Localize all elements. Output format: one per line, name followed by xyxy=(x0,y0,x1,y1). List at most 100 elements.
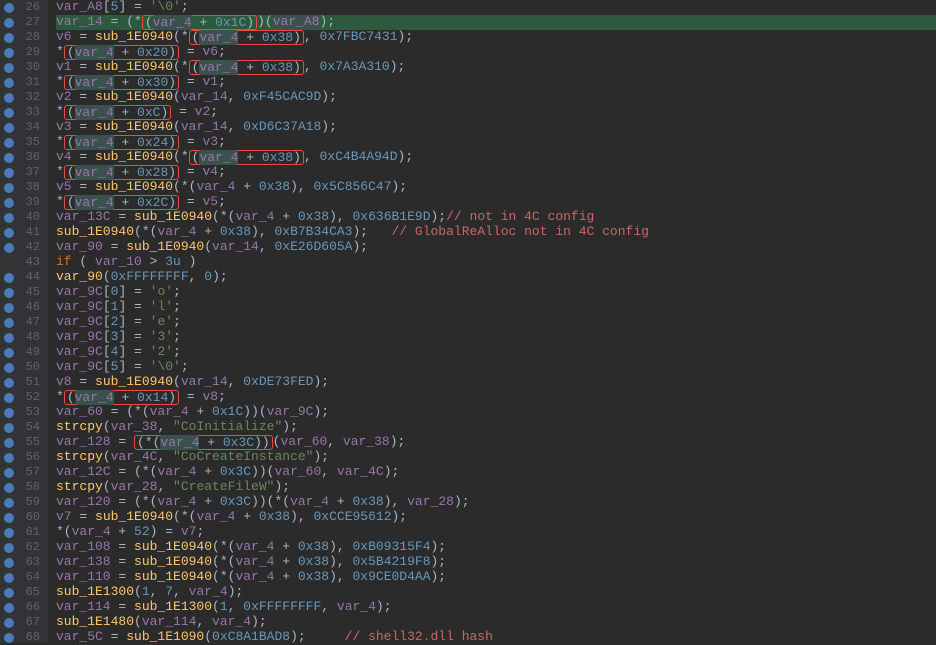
code-line[interactable]: var_60 = (*(var_4 + 0x1C))(var_9C); xyxy=(56,405,936,420)
breakpoint-icon[interactable] xyxy=(4,513,14,523)
code-line[interactable]: v4 = sub_1E0940(*(var_4 + 0x38), 0xC4B4A… xyxy=(56,150,936,165)
gutter-line[interactable]: 33 xyxy=(0,105,48,120)
breakpoint-icon[interactable] xyxy=(4,243,14,253)
gutter-line[interactable]: 42 xyxy=(0,240,48,255)
breakpoint-icon[interactable] xyxy=(4,213,14,223)
code-line[interactable]: var_90(0xFFFFFFFF, 0); xyxy=(56,270,936,285)
code-line[interactable]: var_9C[1] = 'l'; xyxy=(56,300,936,315)
gutter-line[interactable]: 64 xyxy=(0,570,48,585)
gutter-line[interactable]: 27 xyxy=(0,15,48,30)
breakpoint-icon[interactable] xyxy=(4,348,14,358)
gutter-line[interactable]: 51 xyxy=(0,375,48,390)
breakpoint-icon[interactable] xyxy=(4,288,14,298)
code-line[interactable]: var_9C[0] = 'o'; xyxy=(56,285,936,300)
code-line[interactable]: *(var_4 + 0x2C) = v5; xyxy=(56,195,936,210)
code-line[interactable]: var_9C[2] = 'e'; xyxy=(56,315,936,330)
code-line[interactable]: v8 = sub_1E0940(var_14, 0xDE73FED); xyxy=(56,375,936,390)
code-area[interactable]: var_A8[5] = '\0'; var_14 = (*(var_4 + 0x… xyxy=(48,0,936,643)
gutter-line[interactable]: 35 xyxy=(0,135,48,150)
code-line[interactable]: var_114 = sub_1E1300(1, 0xFFFFFFFF, var_… xyxy=(56,600,936,615)
breakpoint-icon[interactable] xyxy=(4,228,14,238)
gutter-line[interactable]: 61 xyxy=(0,525,48,540)
code-line[interactable]: var_14 = (*(var_4 + 0x1C))(var_A8); xyxy=(56,15,936,30)
gutter-line[interactable]: 38 xyxy=(0,180,48,195)
breakpoint-icon[interactable] xyxy=(4,438,14,448)
code-line[interactable]: sub_1E0940(*(var_4 + 0x38), 0xB7B34CA3);… xyxy=(56,225,936,240)
gutter-line[interactable]: 39 xyxy=(0,195,48,210)
breakpoint-icon[interactable] xyxy=(4,63,14,73)
gutter-line[interactable]: 58 xyxy=(0,480,48,495)
code-line[interactable]: v6 = sub_1E0940(*(var_4 + 0x38), 0x7FBC7… xyxy=(56,30,936,45)
gutter-line[interactable]: 37 xyxy=(0,165,48,180)
code-line[interactable]: var_108 = sub_1E0940(*(var_4 + 0x38), 0x… xyxy=(56,540,936,555)
code-line[interactable]: strcpy(var_28, "CreateFileW"); xyxy=(56,480,936,495)
code-line[interactable]: var_9C[4] = '2'; xyxy=(56,345,936,360)
gutter-line[interactable]: 31 xyxy=(0,75,48,90)
code-line[interactable]: var_90 = sub_1E0940(var_14, 0xE26D605A); xyxy=(56,240,936,255)
breakpoint-icon[interactable] xyxy=(4,363,14,373)
gutter-line[interactable]: 34 xyxy=(0,120,48,135)
gutter-line[interactable]: 56 xyxy=(0,450,48,465)
breakpoint-icon[interactable] xyxy=(4,573,14,583)
code-line[interactable]: var_128 = (*(var_4 + 0x3C))(var_60, var_… xyxy=(56,435,936,450)
breakpoint-icon[interactable] xyxy=(4,318,14,328)
breakpoint-icon[interactable] xyxy=(4,528,14,538)
code-line[interactable]: sub_1E1480(var_114, var_4); xyxy=(56,615,936,630)
gutter-line[interactable]: 30 xyxy=(0,60,48,75)
breakpoint-icon[interactable] xyxy=(4,48,14,58)
code-line[interactable]: var_13C = sub_1E0940(*(var_4 + 0x38), 0x… xyxy=(56,210,936,225)
breakpoint-icon[interactable] xyxy=(4,423,14,433)
code-line[interactable]: var_12C = (*(var_4 + 0x3C))(var_60, var_… xyxy=(56,465,936,480)
code-line[interactable]: var_9C[3] = '3'; xyxy=(56,330,936,345)
breakpoint-icon[interactable] xyxy=(4,408,14,418)
code-line[interactable]: v7 = sub_1E0940(*(var_4 + 0x38), 0xCCE95… xyxy=(56,510,936,525)
code-line[interactable]: v5 = sub_1E0940(*(var_4 + 0x38), 0x5C856… xyxy=(56,180,936,195)
gutter-line[interactable]: 60 xyxy=(0,510,48,525)
code-line[interactable]: *(var_4 + 0x30) = v1; xyxy=(56,75,936,90)
gutter-line[interactable]: 47 xyxy=(0,315,48,330)
gutter-line[interactable]: 32 xyxy=(0,90,48,105)
gutter-line[interactable]: 48 xyxy=(0,330,48,345)
code-line[interactable]: strcpy(var_4C, "CoCreateInstance"); xyxy=(56,450,936,465)
gutter-line[interactable]: 28 xyxy=(0,30,48,45)
gutter-line[interactable]: 40 xyxy=(0,210,48,225)
gutter-line[interactable]: 52 xyxy=(0,390,48,405)
breakpoint-icon[interactable] xyxy=(4,498,14,508)
gutter-line[interactable]: 67 xyxy=(0,615,48,630)
code-line[interactable]: var_A8[5] = '\0'; xyxy=(56,0,936,15)
gutter-line[interactable]: 26 xyxy=(0,0,48,15)
breakpoint-icon[interactable] xyxy=(4,393,14,403)
code-line[interactable]: v3 = sub_1E0940(var_14, 0xD6C37A18); xyxy=(56,120,936,135)
breakpoint-icon[interactable] xyxy=(4,153,14,163)
gutter-line[interactable]: 54 xyxy=(0,420,48,435)
code-line[interactable]: var_138 = sub_1E0940(*(var_4 + 0x38), 0x… xyxy=(56,555,936,570)
code-line[interactable]: v2 = sub_1E0940(var_14, 0xF45CAC9D); xyxy=(56,90,936,105)
breakpoint-icon[interactable] xyxy=(4,138,14,148)
gutter-line[interactable]: 29 xyxy=(0,45,48,60)
gutter-line[interactable]: 66 xyxy=(0,600,48,615)
breakpoint-icon[interactable] xyxy=(4,93,14,103)
gutter-line[interactable]: 49 xyxy=(0,345,48,360)
code-line[interactable]: var_9C[5] = '\0'; xyxy=(56,360,936,375)
breakpoint-icon[interactable] xyxy=(4,378,14,388)
breakpoint-icon[interactable] xyxy=(4,273,14,283)
gutter-line[interactable]: 50 xyxy=(0,360,48,375)
gutter-line[interactable]: 57 xyxy=(0,465,48,480)
code-line[interactable]: v1 = sub_1E0940(*(var_4 + 0x38), 0x7A3A3… xyxy=(56,60,936,75)
breakpoint-icon[interactable] xyxy=(4,198,14,208)
gutter-line[interactable]: 55 xyxy=(0,435,48,450)
gutter-line[interactable]: 63 xyxy=(0,555,48,570)
gutter-line[interactable]: 45 xyxy=(0,285,48,300)
breakpoint-icon[interactable] xyxy=(4,633,14,643)
breakpoint-icon[interactable] xyxy=(4,18,14,28)
gutter-line[interactable]: 43 xyxy=(0,255,48,270)
code-line[interactable]: *(var_4 + 0x20) = v6; xyxy=(56,45,936,60)
gutter-line[interactable]: 46 xyxy=(0,300,48,315)
gutter-line[interactable]: 36 xyxy=(0,150,48,165)
breakpoint-icon[interactable] xyxy=(4,588,14,598)
code-line[interactable]: *(var_4 + 0xC) = v2; xyxy=(56,105,936,120)
code-line[interactable]: *(var_4 + 52) = v7; xyxy=(56,525,936,540)
gutter-line[interactable]: 65 xyxy=(0,585,48,600)
gutter-line[interactable]: 62 xyxy=(0,540,48,555)
code-line[interactable]: *(var_4 + 0x24) = v3; xyxy=(56,135,936,150)
